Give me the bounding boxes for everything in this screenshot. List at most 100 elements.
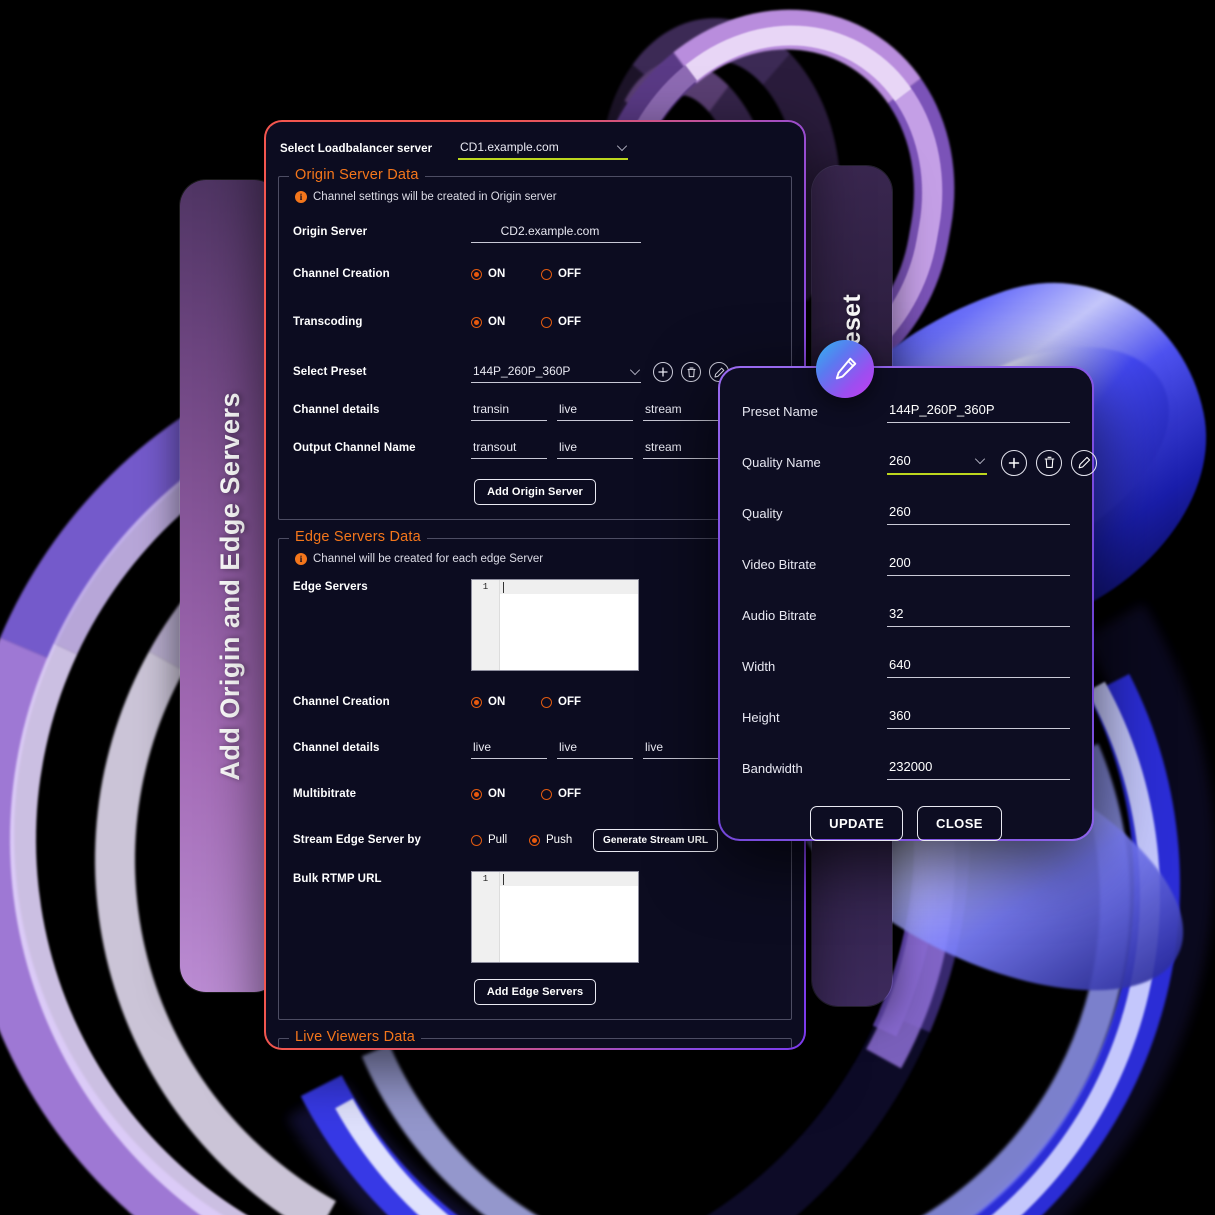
quality-input[interactable]: 260 [887, 502, 1070, 525]
select-preset-row: Select Preset 144P_260P_360P [293, 357, 777, 387]
quality-name-value: 260 [889, 452, 911, 468]
origin-note-text: Channel settings will be created in Orig… [313, 191, 557, 203]
stream-by-push[interactable]: Push [529, 834, 593, 846]
chevron-down-icon [974, 453, 986, 464]
radio-unselected-icon [541, 268, 552, 280]
loadbalancer-label: Select Loadbalancer server [280, 143, 433, 155]
bandwidth-input[interactable]: 232000 [887, 757, 1070, 780]
output-channel-name-v1: transout [473, 439, 517, 454]
multibitrate-on[interactable]: ON [471, 788, 541, 800]
quality-name-label: Quality Name [742, 455, 821, 470]
output-channel-name-input-2[interactable]: live [557, 438, 633, 459]
origin-channel-details-input-3[interactable]: stream [643, 400, 719, 421]
radio-unselected-icon [471, 834, 482, 846]
edge-servers-data-group: Edge Servers Data i Channel will be crea… [278, 529, 792, 1020]
delete-quality-button[interactable] [1036, 449, 1062, 476]
stream-by-pull-label: Pull [488, 834, 508, 846]
preset-name-label: Preset Name [742, 404, 818, 419]
radio-selected-icon [471, 696, 482, 708]
add-quality-button[interactable] [1001, 449, 1027, 476]
transcoding-row: Transcoding ON OFF [293, 307, 777, 337]
loadbalancer-value: CD1.example.com [460, 140, 559, 154]
origin-channel-creation-off[interactable]: OFF [541, 268, 581, 280]
edge-channel-details-input-2[interactable]: live [557, 738, 633, 759]
origin-channel-details-input-1[interactable]: transin [471, 400, 547, 421]
video-bitrate-row: Video Bitrate 200 [742, 539, 1070, 590]
output-channel-name-v3: stream [645, 439, 682, 454]
origin-server-data-legend: Origin Server Data [289, 167, 425, 183]
edge-servers-data-legend: Edge Servers Data [289, 529, 427, 545]
stream-edge-server-by-radios: Pull Push [471, 834, 593, 846]
transcoding-radios: ON OFF [471, 316, 581, 328]
edge-channel-details-v3: live [645, 739, 664, 754]
multibitrate-row: Multibitrate ON OFF [293, 779, 777, 809]
info-icon: i [295, 191, 307, 203]
update-button[interactable]: UPDATE [810, 806, 904, 841]
origin-channel-details-input-2[interactable]: live [557, 400, 633, 421]
add-edge-servers-row: Add Edge Servers [293, 979, 777, 1005]
multibitrate-on-label: ON [488, 788, 506, 800]
select-preset-label: Select Preset [293, 366, 367, 378]
chevron-down-icon [629, 364, 641, 375]
edit-preset-badge [816, 340, 874, 398]
multibitrate-off[interactable]: OFF [541, 788, 581, 800]
text-caret [503, 582, 504, 593]
origin-channel-details-v2: live [559, 401, 578, 416]
stream-edge-server-by-label: Stream Edge Server by [293, 834, 422, 846]
close-button[interactable]: CLOSE [917, 806, 1002, 841]
video-bitrate-label: Video Bitrate [742, 557, 817, 572]
add-origin-server-button[interactable]: Add Origin Server [474, 479, 596, 505]
edge-note-text: Channel will be created for each edge Se… [313, 553, 544, 565]
quality-row: Quality 260 [742, 488, 1070, 539]
edge-channel-creation-row: Channel Creation ON OFF [293, 687, 777, 717]
origin-channel-creation-off-label: OFF [558, 268, 581, 280]
edge-servers-code-editor[interactable]: 1 [471, 579, 639, 671]
origin-channel-creation-radios: ON OFF [471, 268, 581, 280]
edge-channel-creation-on[interactable]: ON [471, 696, 541, 708]
origin-server-data-group: Origin Server Data i Channel settings wi… [278, 167, 792, 520]
bandwidth-row: Bandwidth 232000 [742, 743, 1070, 794]
preset-name-input[interactable]: 144P_260P_360P [887, 400, 1070, 423]
origin-channel-creation-row: Channel Creation ON OFF [293, 259, 777, 289]
add-origin-server-row: Add Origin Server [293, 479, 777, 505]
origin-channel-details-v1: transin [473, 401, 510, 416]
add-preset-button[interactable] [653, 362, 673, 382]
live-viewers-data-group: Live Viewers Data Live Viewers On Off Se… [278, 1029, 792, 1048]
radio-selected-icon [471, 788, 482, 800]
transcoding-on[interactable]: ON [471, 316, 541, 328]
video-bitrate-input[interactable]: 200 [887, 553, 1070, 576]
output-channel-name-label: Output Channel Name [293, 442, 416, 454]
edge-channel-creation-off-label: OFF [558, 696, 581, 708]
preset-name-value: 144P_260P_360P [889, 402, 995, 417]
audio-bitrate-value: 32 [889, 606, 904, 621]
origin-channel-creation-on-label: ON [488, 268, 506, 280]
height-input[interactable]: 360 [887, 706, 1070, 729]
quality-name-select[interactable]: 260 [887, 451, 987, 475]
edge-servers-textarea[interactable] [500, 580, 638, 670]
origin-channel-creation-on[interactable]: ON [471, 268, 541, 280]
modal-footer: UPDATE CLOSE [742, 806, 1070, 841]
add-edge-servers-button[interactable]: Add Edge Servers [473, 979, 597, 1005]
edge-channel-details-input-3[interactable]: live [643, 738, 719, 759]
edge-channel-creation-off[interactable]: OFF [541, 696, 581, 708]
bulk-rtmp-code-editor[interactable]: 1 [471, 871, 639, 963]
audio-bitrate-input[interactable]: 32 [887, 604, 1070, 627]
output-channel-name-inputs: transout live stream [471, 438, 719, 459]
bulk-rtmp-textarea[interactable] [500, 872, 638, 962]
edge-servers-gutter: 1 [472, 580, 500, 670]
transcoding-off[interactable]: OFF [541, 316, 581, 328]
output-channel-name-input-3[interactable]: stream [643, 438, 719, 459]
edit-quality-button[interactable] [1071, 449, 1097, 476]
edge-channel-details-input-1[interactable]: live [471, 738, 547, 759]
stream-by-pull[interactable]: Pull [471, 834, 529, 846]
origin-server-input[interactable]: CD2.example.com [471, 222, 641, 243]
edge-channel-creation-radios: ON OFF [471, 696, 581, 708]
multibitrate-label: Multibitrate [293, 788, 357, 800]
delete-preset-button[interactable] [681, 362, 701, 382]
generate-stream-url-button[interactable]: Generate Stream URL [593, 828, 719, 852]
width-input[interactable]: 640 [887, 655, 1070, 678]
select-preset-select[interactable]: 144P_260P_360P [471, 362, 641, 383]
loadbalancer-select[interactable]: CD1.example.com [458, 138, 628, 160]
output-channel-name-input-1[interactable]: transout [471, 438, 547, 459]
radio-selected-icon [471, 268, 482, 280]
